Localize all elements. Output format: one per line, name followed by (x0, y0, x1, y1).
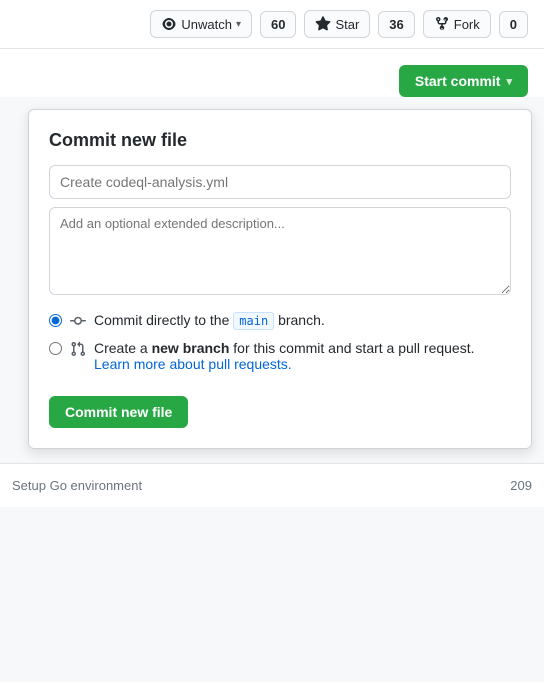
radio-direct-option: Commit directly to the main branch. (49, 312, 511, 330)
start-commit-chevron: ▾ (506, 75, 512, 88)
unwatch-label: Unwatch (181, 17, 232, 32)
modal-title: Commit new file (49, 130, 511, 151)
branch-tag: main (233, 312, 274, 330)
fork-button[interactable]: Fork (423, 10, 491, 38)
content-area: Start commit ▾ Commit new file Create co… (0, 49, 544, 507)
star-icon (315, 16, 331, 32)
radio-section: Commit directly to the main branch. Crea… (49, 312, 511, 372)
unwatch-button[interactable]: Unwatch ▾ (150, 10, 252, 38)
bottom-bar: Setup Go environment 209 (0, 463, 544, 507)
commit-file-button[interactable]: Commit new file (49, 396, 188, 428)
commit-btn-area: Start commit ▾ (0, 49, 544, 97)
learn-more-link[interactable]: Learn more about pull requests. (94, 356, 292, 372)
git-commit-icon (70, 313, 86, 329)
git-branch-icon (70, 341, 86, 357)
bottom-count: 209 (510, 478, 532, 493)
commit-file-label: Commit new file (65, 404, 172, 420)
radio-branch-option: Create a new branch for this commit and … (49, 340, 511, 372)
radio-direct-label: Commit directly to the (94, 312, 229, 328)
fork-label: Fork (454, 17, 480, 32)
star-button[interactable]: Star (304, 10, 370, 38)
fork-icon (434, 16, 450, 32)
watch-count: 60 (260, 11, 296, 38)
star-label: Star (335, 17, 359, 32)
radio-direct-suffix: branch. (278, 312, 325, 328)
radio-branch-mid: for this commit and start a pull request… (233, 340, 474, 356)
radio-branch-text: Create a new branch for this commit and … (94, 340, 511, 372)
start-commit-label: Start commit (415, 73, 501, 89)
commit-panel: Commit new file Create codeql-analysis.y… (28, 109, 532, 449)
commit-message-input[interactable]: Create codeql-analysis.yml (49, 165, 511, 199)
radio-branch-input[interactable] (49, 342, 62, 355)
description-textarea[interactable] (49, 207, 511, 295)
unwatch-chevron: ▾ (236, 19, 241, 30)
radio-branch-bold: new branch (152, 340, 230, 356)
star-count: 36 (378, 11, 414, 38)
fork-count: 0 (499, 11, 528, 38)
radio-direct-text: Commit directly to the main branch. (94, 312, 511, 330)
top-bar: Unwatch ▾ 60 Star 36 Fork 0 (0, 0, 544, 49)
start-commit-button[interactable]: Start commit ▾ (399, 65, 528, 97)
eye-icon (161, 16, 177, 32)
radio-direct-input[interactable] (49, 314, 62, 327)
bottom-text: Setup Go environment (12, 478, 142, 493)
radio-branch-label: Create a (94, 340, 148, 356)
